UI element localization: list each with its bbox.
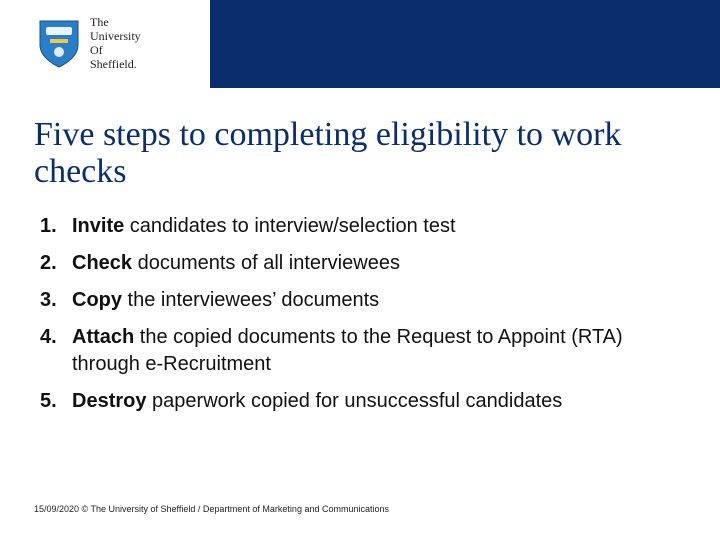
step-strong: Check (72, 252, 132, 274)
logo-text: The University Of Sheffield. (90, 16, 141, 71)
list-item: Copy the interviewees’ documents (34, 287, 686, 314)
logo-line: Sheffield. (90, 58, 141, 72)
list-item: Attach the copied documents to the Reque… (34, 324, 686, 378)
footer-text: 15/09/2020 © The University of Sheffield… (34, 504, 389, 514)
list-item: Invite candidates to interview/selection… (34, 213, 686, 240)
step-rest: candidates to interview/selection test (124, 215, 455, 237)
list-item: Destroy paperwork copied for unsuccessfu… (34, 388, 686, 415)
step-rest: the interviewees’ documents (122, 289, 379, 311)
slide-content: Five steps to completing eligibility to … (0, 88, 720, 540)
step-strong: Copy (72, 289, 122, 311)
step-strong: Attach (72, 326, 134, 348)
step-strong: Invite (72, 215, 124, 237)
logo-box: The University Of Sheffield. (0, 0, 210, 88)
steps-list: Invite candidates to interview/selection… (34, 213, 686, 415)
logo-line: University (90, 30, 141, 44)
step-strong: Destroy (72, 390, 146, 412)
logo-line: The (90, 16, 141, 30)
step-rest: the copied documents to the Request to A… (72, 326, 623, 375)
step-rest: documents of all interviewees (132, 252, 400, 274)
slide-title: Five steps to completing eligibility to … (34, 116, 686, 191)
university-crest-icon (38, 19, 80, 69)
list-item: Check documents of all interviewees (34, 250, 686, 277)
logo-line: Of (90, 44, 141, 58)
step-rest: paperwork copied for unsuccessful candid… (146, 390, 562, 412)
